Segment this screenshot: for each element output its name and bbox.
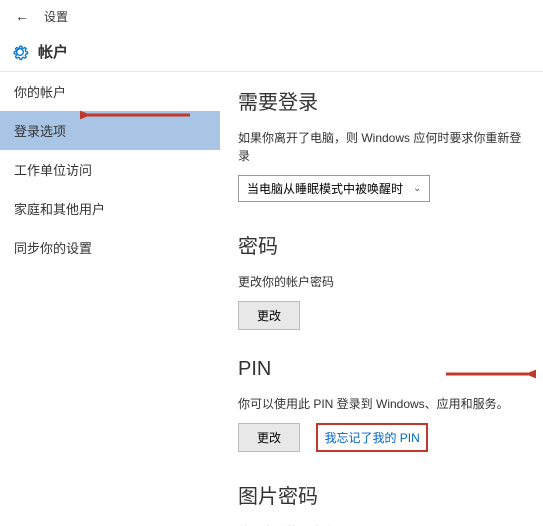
section-title: PIN — [238, 358, 525, 381]
section-signin-required: 需要登录 如果你离开了电脑，则 Windows 应何时要求你重新登录 当电脑从睡… — [238, 86, 525, 202]
window-title: 设置 — [44, 8, 68, 25]
gear-icon — [10, 42, 30, 62]
sidebar-item-family-users[interactable]: 家庭和其他用户 — [0, 189, 220, 228]
section-desc: 如果你离开了电脑，则 Windows 应何时要求你重新登录 — [238, 129, 525, 165]
forgot-pin-link[interactable]: 我忘记了我的 PIN — [316, 423, 427, 452]
titlebar: ← 设置 — [0, 0, 543, 32]
section-title: 图片密码 — [238, 480, 525, 509]
sidebar-item-your-account[interactable]: 你的帐户 — [0, 72, 220, 111]
section-title: 密码 — [238, 230, 525, 259]
back-arrow-icon: ← — [15, 8, 29, 24]
sidebar-item-label: 家庭和其他用户 — [14, 202, 105, 217]
section-pin: PIN 你可以使用此 PIN 登录到 Windows、应用和服务。 更改 我忘记… — [238, 358, 525, 452]
sidebar-item-label: 同步你的设置 — [14, 241, 92, 256]
change-pin-button[interactable]: 更改 — [238, 423, 300, 452]
chevron-down-icon: ⌄ — [413, 183, 421, 194]
section-password: 密码 更改你的帐户密码 更改 — [238, 230, 525, 330]
sidebar: 你的帐户 登录选项 工作单位访问 家庭和其他用户 同步你的设置 — [0, 72, 220, 526]
page-header: 帐户 — [0, 32, 543, 72]
signin-when-select[interactable]: 当电脑从睡眠模式中被唤醒时 ⌄ — [238, 175, 430, 202]
page-title: 帐户 — [38, 41, 68, 62]
sidebar-item-sync-settings[interactable]: 同步你的设置 — [0, 228, 220, 267]
main-panel: 需要登录 如果你离开了电脑，则 Windows 应何时要求你重新登录 当电脑从睡… — [220, 72, 543, 526]
select-value: 当电脑从睡眠模式中被唤醒时 — [247, 180, 403, 197]
sidebar-item-label: 工作单位访问 — [14, 163, 92, 178]
section-desc: 更改你的帐户密码 — [238, 273, 525, 291]
sidebar-item-label: 登录选项 — [14, 124, 66, 139]
sidebar-item-signin-options[interactable]: 登录选项 — [0, 111, 220, 150]
sidebar-item-label: 你的帐户 — [14, 85, 66, 100]
back-button[interactable]: ← — [8, 2, 36, 30]
section-picture-password: 图片密码 使用喜爱的照片登录到 Windows 添加 — [238, 480, 525, 526]
sidebar-item-work-access[interactable]: 工作单位访问 — [0, 150, 220, 189]
section-title: 需要登录 — [238, 86, 525, 115]
change-password-button[interactable]: 更改 — [238, 301, 300, 330]
section-desc: 你可以使用此 PIN 登录到 Windows、应用和服务。 — [238, 395, 525, 413]
